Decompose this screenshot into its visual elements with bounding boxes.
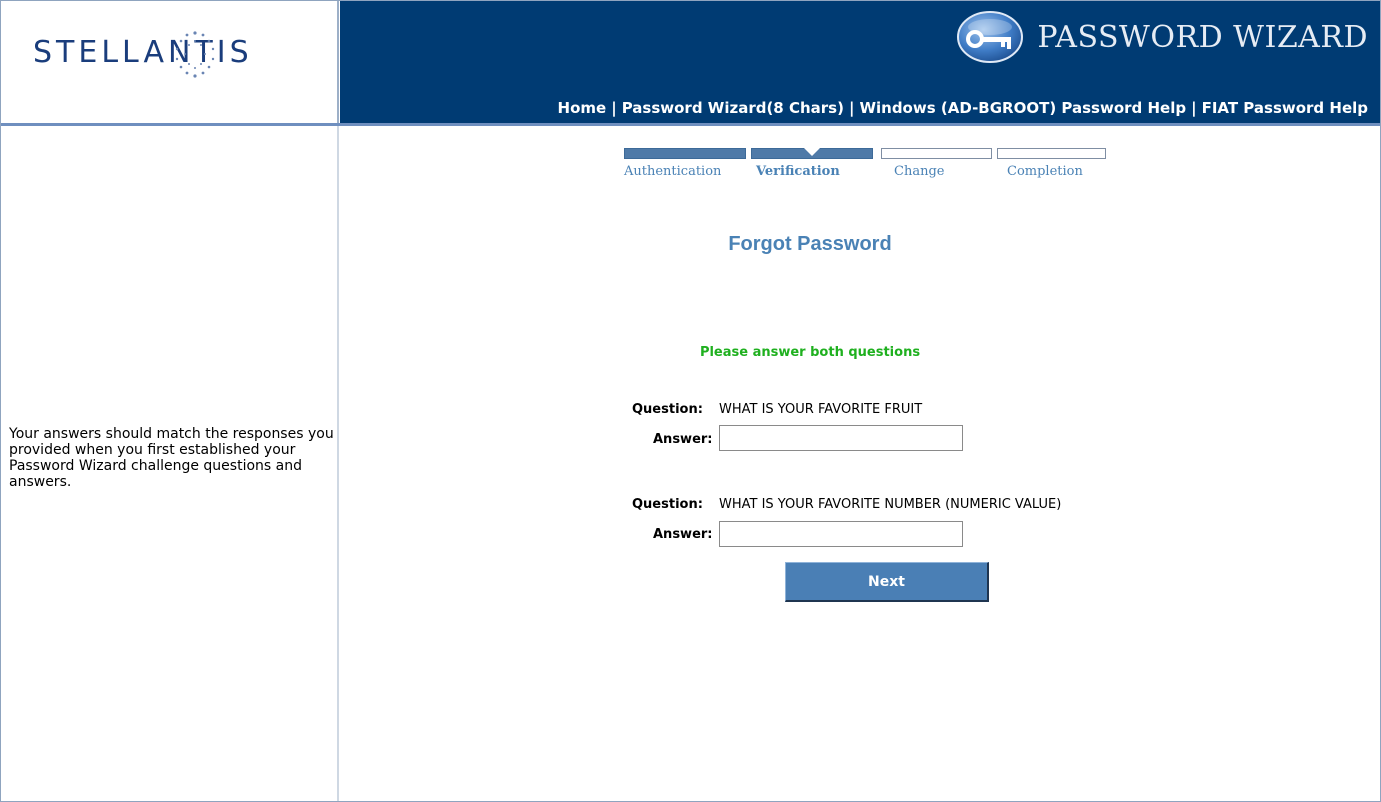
nav-separator: | — [848, 99, 855, 117]
top-navigation: Home | Password Wizard(8 Chars) | Windows (A… — [558, 99, 1368, 117]
answer-2-input[interactable] — [719, 521, 963, 547]
form-instruction: Please answer both questions — [699, 345, 921, 360]
nav-home-link[interactable]: Home — [558, 99, 607, 117]
logo-dot-mark-icon — [175, 31, 215, 78]
step-bar-change — [881, 148, 992, 159]
nav-password-wizard-link[interactable]: Password Wizard(8 Chars) — [622, 99, 844, 117]
sidebar: Your answers should match the responses … — [1, 126, 339, 801]
step-bar-verification — [751, 148, 873, 159]
nav-windows-password-help-link[interactable]: Windows (AD-BGROOT) Password Help — [859, 99, 1186, 117]
nav-separator: | — [1191, 99, 1197, 117]
step-label-change: Change — [894, 164, 945, 179]
next-button[interactable]: Next — [785, 562, 989, 602]
step-bar-completion — [997, 148, 1106, 159]
header-banner: PASSWORD WIZARD Home | Password Wizard(8 C… — [340, 1, 1380, 123]
app-brand: PASSWORD WIZARD — [957, 11, 1368, 63]
current-step-caret-icon — [804, 148, 820, 156]
nav-separator: | — [611, 99, 617, 117]
question-1-text: WHAT IS YOUR FAVORITE FRUIT — [719, 402, 923, 417]
question-2-text: WHAT IS YOUR FAVORITE NUMBER (NUMERIC VA… — [719, 497, 1062, 512]
answer-2-label: Answer: — [653, 527, 713, 542]
key-icon — [957, 11, 1024, 63]
step-label-completion: Completion — [1007, 164, 1083, 179]
answer-1-label: Answer: — [653, 432, 713, 447]
nav-fiat-password-help-link[interactable]: FIAT Password Help — [1202, 99, 1368, 117]
step-bar-authentication — [624, 148, 746, 159]
question-2-label: Question: — [632, 497, 703, 512]
sidebar-help-text: Your answers should match the responses … — [9, 426, 334, 490]
question-1-label: Question: — [632, 402, 703, 417]
stellantis-logo[interactable]: STELLANTIS — [33, 31, 253, 78]
app-title: PASSWORD WIZARD — [1037, 19, 1368, 55]
answer-1-input[interactable] — [719, 425, 963, 451]
page-title: Forgot Password — [728, 233, 892, 255]
step-label-verification: Verification — [756, 164, 840, 179]
logo-cell: STELLANTIS — [1, 1, 339, 123]
step-label-authentication: Authentication — [624, 164, 722, 179]
